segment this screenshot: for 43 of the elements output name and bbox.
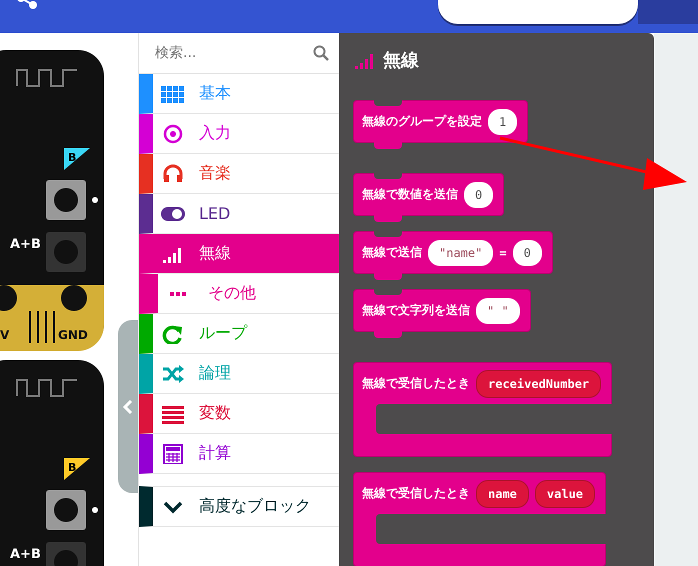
event-block[interactable]: 無線で受信したとき receivedNumber: [353, 362, 612, 457]
category-label: ループ: [199, 323, 247, 344]
category-item[interactable]: 無線: [139, 234, 339, 274]
category-label: 論理: [199, 363, 231, 384]
headphones-icon: [161, 164, 185, 184]
microbit-board-drawing: B A+B V GND B A+B: [0, 50, 104, 566]
dots-icon: [170, 292, 186, 296]
chevron-left-icon: [123, 400, 133, 414]
calculator-icon: [161, 444, 185, 464]
grid-icon: [161, 84, 185, 104]
number-input[interactable]: 1: [488, 108, 518, 134]
event-block[interactable]: 無線で受信したとき name value: [353, 472, 606, 566]
search-icon: [313, 45, 329, 61]
block-label: 無線で送信: [362, 244, 422, 261]
block-label: 無線で文字列を送信: [362, 302, 470, 319]
category-label: その他: [208, 283, 256, 304]
search-field[interactable]: 検索...: [153, 44, 313, 62]
string-input[interactable]: " ": [476, 298, 520, 324]
variable-pill[interactable]: receivedNumber: [476, 370, 602, 398]
flyout-title: 無線: [383, 49, 419, 72]
loop-icon: [161, 324, 185, 344]
shuffle-icon: [161, 364, 185, 384]
block-label: 無線で数値を送信: [362, 186, 458, 203]
block-label: 無線で受信したとき: [362, 375, 470, 392]
category-label: 入力: [199, 123, 231, 144]
collapse-simulator-button[interactable]: [118, 320, 138, 493]
category-label: 無線: [199, 243, 231, 264]
category-label: 高度なブロック: [199, 496, 311, 517]
block-label: 無線のグループを設定: [362, 113, 482, 130]
category-label: 基本: [199, 83, 231, 104]
list-icon: [161, 404, 185, 424]
block-label: =: [499, 246, 507, 260]
number-input[interactable]: 0: [512, 240, 542, 266]
variable-pill[interactable]: value: [534, 480, 596, 508]
category-label: 計算: [199, 443, 231, 464]
block-label: 無線で受信したとき: [362, 485, 470, 502]
target-icon: [161, 124, 185, 144]
category-label: LED: [199, 204, 230, 223]
category-label: 音楽: [199, 163, 231, 184]
category-label: 変数: [199, 403, 231, 424]
variable-pill[interactable]: name: [476, 480, 529, 508]
number-input[interactable]: 0: [464, 182, 494, 208]
string-input[interactable]: "name": [428, 240, 494, 266]
